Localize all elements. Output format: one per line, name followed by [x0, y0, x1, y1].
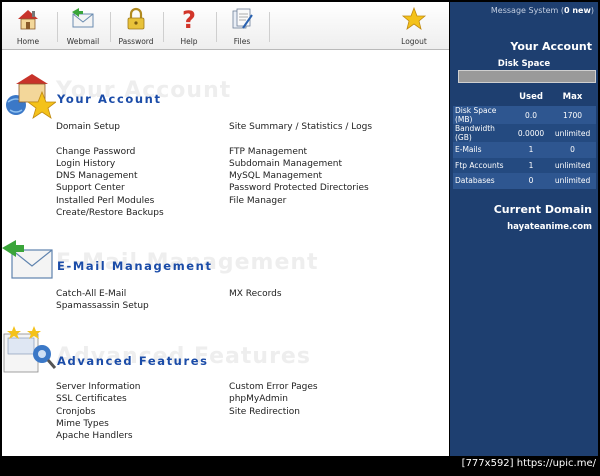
usage-row: Disk Space (MB) 0.0 1700 — [453, 106, 596, 124]
disk-usage-bar — [458, 70, 596, 83]
files-icon — [232, 8, 253, 29]
link-subdomain-management[interactable]: Subdomain Management — [229, 158, 372, 170]
help-button[interactable]: ? Help — [163, 2, 215, 50]
usage-table: Used Max Disk Space (MB) 0.0 1700 Bandwidth … — [453, 88, 596, 189]
usage-used-value: 0 — [513, 173, 550, 189]
section-title: E-Mail Management — [57, 259, 213, 273]
link-domain-setup[interactable]: Domain Setup — [56, 121, 164, 133]
link-support-center[interactable]: Support Center — [56, 182, 164, 194]
account-links-left: Domain Setup Change Password Login History… — [56, 121, 164, 219]
link-site-redirection[interactable]: Site Redirection — [229, 406, 318, 418]
section-title: Advanced Features — [57, 354, 209, 368]
link-change-password[interactable]: Change Password — [56, 146, 164, 158]
message-system-link[interactable]: Message System (0 new) — [491, 6, 594, 15]
usage-row-label: Disk Space (MB) — [453, 106, 513, 124]
section-title: Your Account — [57, 92, 162, 106]
link-cronjobs[interactable]: Cronjobs — [56, 406, 140, 418]
usage-used-value: 0.0 — [513, 106, 550, 124]
question-mark-icon: ? — [182, 6, 196, 32]
link-file-manager[interactable]: File Manager — [229, 195, 372, 207]
link-server-information[interactable]: Server Information — [56, 381, 140, 393]
link-ftp-management[interactable]: FTP Management — [229, 146, 372, 158]
screenshot-frame: Home Webmail Password ? Help Files Logou… — [0, 0, 600, 476]
link-password-protected-directories[interactable]: Password Protected Directories — [229, 182, 372, 194]
usage-row: Databases 0 unlimited — [453, 173, 596, 189]
usage-row: Ftp Accounts 1 unlimited — [453, 157, 596, 173]
star-icon — [401, 6, 427, 30]
link-login-history[interactable]: Login History — [56, 158, 164, 170]
usage-row-label: Bandwidth (GB) — [453, 124, 513, 142]
image-host-footer: [777x592] https://upic.me/ — [461, 458, 596, 469]
usage-max-value: unlimited — [549, 124, 596, 142]
current-domain-title: Current Domain — [493, 203, 592, 216]
usage-used-value: 1 — [513, 142, 550, 158]
link-ssl-certificates[interactable]: SSL Certificates — [56, 393, 140, 405]
usage-max-value: 0 — [549, 142, 596, 158]
usage-row: E-Mails 1 0 — [453, 142, 596, 158]
link-apache-handlers[interactable]: Apache Handlers — [56, 430, 140, 442]
home-button[interactable]: Home — [2, 2, 54, 50]
sidebar-account-title: Your Account — [510, 40, 592, 53]
link-installed-perl-modules[interactable]: Installed Perl Modules — [56, 195, 164, 207]
main-panel: Home Webmail Password ? Help Files Logou… — [2, 2, 449, 456]
link-create-restore-backups[interactable]: Create/Restore Backups — [56, 207, 164, 219]
account-links-right: Site Summary / Statistics / Logs FTP Mana… — [229, 121, 372, 207]
lock-icon — [127, 7, 145, 30]
message-count: 0 new — [564, 6, 591, 15]
link-phpmyadmin[interactable]: phpMyAdmin — [229, 393, 318, 405]
current-domain-value: hayateanime.com — [507, 222, 592, 232]
usage-max-value: unlimited — [549, 173, 596, 189]
usage-row: Bandwidth (GB) 0.0000 unlimited — [453, 124, 596, 142]
disk-space-label: Disk Space — [497, 59, 551, 69]
link-catch-all-e-mail[interactable]: Catch-All E-Mail — [56, 288, 149, 300]
link-mysql-management[interactable]: MySQL Management — [229, 170, 372, 182]
link-dns-management[interactable]: DNS Management — [56, 170, 164, 182]
link-mx-records[interactable]: MX Records — [229, 288, 282, 300]
usage-row-label: Databases — [453, 173, 513, 189]
email-links-right: MX Records — [229, 288, 282, 300]
svg-text:?: ? — [182, 6, 196, 32]
password-button[interactable]: Password — [110, 2, 162, 50]
email-icon — [2, 240, 53, 279]
email-links-left: Catch-All E-Mail Spamassassin Setup — [56, 288, 149, 313]
logout-button[interactable]: Logout — [388, 2, 440, 50]
link-custom-error-pages[interactable]: Custom Error Pages — [229, 381, 318, 393]
usage-row-label: E-Mails — [453, 142, 513, 158]
usage-used-value: 1 — [513, 157, 550, 173]
usage-max-value: unlimited — [549, 157, 596, 173]
advanced-section: Advanced Features Advanced Features Serv… — [2, 324, 449, 454]
link-site-summary-statistics-logs[interactable]: Site Summary / Statistics / Logs — [229, 121, 372, 133]
link-mime-types[interactable]: Mime Types — [56, 418, 140, 430]
usage-header-label — [453, 88, 513, 106]
advanced-links-left: Server Information SSL Certificates Cronjo… — [56, 381, 140, 442]
link-spamassassin-setup[interactable]: Spamassassin Setup — [56, 300, 149, 312]
usage-row-label: Ftp Accounts — [453, 157, 513, 173]
toolbar-divider — [269, 12, 270, 42]
advanced-links-right: Custom Error Pages phpMyAdmin Site Redirec… — [229, 381, 318, 418]
home-icon — [18, 10, 38, 30]
usage-header-used: Used — [519, 92, 543, 102]
advanced-icon — [3, 326, 56, 373]
files-button[interactable]: Files — [216, 2, 268, 50]
usage-header-max: Max — [562, 92, 583, 102]
account-icon — [6, 74, 56, 119]
account-sidebar: Message System (0 new) Your Account Disk… — [450, 2, 598, 456]
toolbar: Home Webmail Password ? Help Files Logou… — [2, 2, 449, 50]
usage-max-value: 1700 — [549, 106, 596, 124]
email-section: E-Mail Management E-Mail Management Catc… — [2, 238, 449, 318]
account-section: Your Account Your Account Domain Setup Ch… — [2, 72, 449, 222]
webmail-button[interactable]: Webmail — [57, 2, 109, 50]
usage-used-value: 0.0000 — [513, 124, 550, 142]
usage-table-header: Used Max — [453, 88, 596, 106]
envelope-icon — [72, 8, 94, 28]
